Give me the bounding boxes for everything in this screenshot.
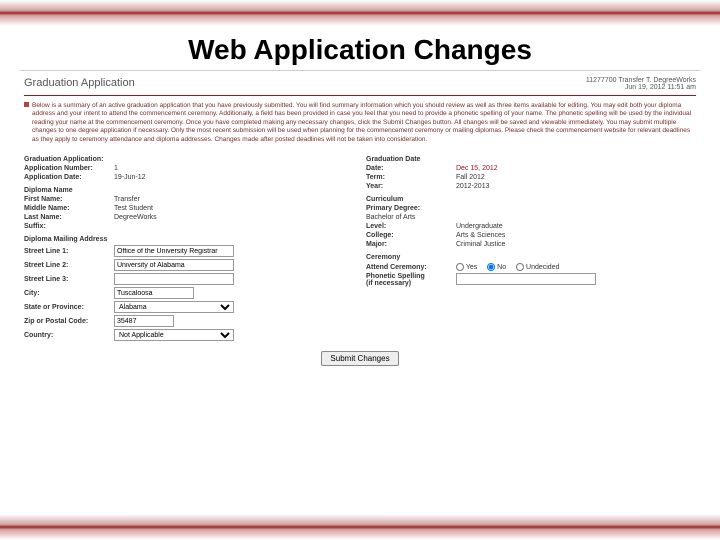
middle-name-label: Middle Name: (24, 205, 114, 212)
major-value: Criminal Justice (456, 241, 505, 248)
info-icon (24, 102, 29, 107)
city-label: City: (24, 290, 114, 297)
country-select[interactable]: Not Applicable (114, 329, 234, 341)
state-label: State or Province: (24, 304, 114, 311)
line3-label: Street Line 3: (24, 276, 114, 283)
last-name-value: DegreeWorks (114, 214, 157, 221)
date-value: Dec 15, 2012 (456, 165, 498, 172)
degree-label: Primary Degree: (366, 205, 456, 212)
section-grad-date: Graduation Date (366, 156, 696, 163)
line2-input[interactable] (114, 259, 234, 271)
level-value: Undergraduate (456, 223, 503, 230)
radio-yes-label[interactable]: Yes (456, 264, 477, 271)
degree-value: Bachelor of Arts (366, 214, 456, 221)
last-name-label: Last Name: (24, 214, 114, 221)
section-ceremony: Ceremony (366, 254, 696, 261)
line2-label: Street Line 2: (24, 262, 114, 269)
college-label: College: (366, 232, 456, 239)
radio-und-text: Undecided (526, 264, 559, 271)
suffix-label: Suffix: (24, 223, 114, 230)
country-label: Country: (24, 332, 114, 339)
info-text: Below is a summary of an active graduati… (24, 102, 696, 144)
phonetic-label-2: (if necessary) (366, 280, 456, 287)
radio-yes-text: Yes (466, 264, 477, 271)
radio-yes[interactable] (456, 263, 464, 271)
divider (24, 95, 696, 96)
year-value: 2012-2013 (456, 183, 489, 190)
app-date-value: 19-Jun-12 (114, 174, 146, 181)
city-input[interactable] (114, 287, 194, 299)
section-diploma-name: Diploma Name (24, 187, 354, 194)
radio-no[interactable] (487, 263, 495, 271)
section-grad-app: Graduation Application: (24, 156, 354, 163)
app-number-label: Application Number: (24, 165, 114, 172)
decorative-top-band (0, 0, 720, 26)
app-number-value: 1 (114, 165, 118, 172)
phonetic-input[interactable] (456, 273, 596, 285)
radio-no-text: No (497, 264, 506, 271)
term-label: Term: (366, 174, 456, 181)
radio-und-label[interactable]: Undecided (516, 264, 559, 271)
middle-name-value: Test Student (114, 205, 153, 212)
radio-und[interactable] (516, 263, 524, 271)
state-select[interactable]: Alabama (114, 301, 234, 313)
zip-input[interactable] (114, 315, 174, 327)
section-curriculum: Curriculum (366, 196, 696, 203)
zip-label: Zip or Postal Code: (24, 318, 114, 325)
line1-input[interactable] (114, 245, 234, 257)
major-label: Major: (366, 241, 456, 248)
first-name-label: First Name: (24, 196, 114, 203)
phonetic-label: Phonetic Spelling (if necessary) (366, 273, 456, 287)
attend-label: Attend Ceremony: (366, 264, 456, 271)
header-meta: 11277700 Transfer T. DegreeWorks Jun 19,… (586, 77, 696, 91)
first-name-value: Transfer (114, 196, 140, 203)
timestamp: Jun 19, 2012 11:51 am (586, 84, 696, 91)
decorative-bottom-band (0, 514, 720, 540)
phonetic-label-1: Phonetic Spelling (366, 273, 456, 280)
submit-changes-button[interactable]: Submit Changes (321, 351, 398, 366)
college-value: Arts & Sciences (456, 232, 505, 239)
date-label: Date: (366, 165, 456, 172)
user-name: 11277700 Transfer T. DegreeWorks (586, 77, 696, 84)
attend-radio-group: Yes No Undecided (456, 263, 567, 271)
section-mailing: Diploma Mailing Address (24, 236, 354, 243)
radio-no-label[interactable]: No (487, 264, 506, 271)
line1-label: Street Line 1: (24, 248, 114, 255)
info-text-block: Below is a summary of an active graduati… (24, 100, 696, 150)
slide-title: Web Application Changes (0, 34, 720, 66)
line3-input[interactable] (114, 273, 234, 285)
page-title: Graduation Application (24, 77, 135, 89)
app-date-label: Application Date: (24, 174, 114, 181)
year-label: Year: (366, 183, 456, 190)
level-label: Level: (366, 223, 456, 230)
term-value: Fall 2012 (456, 174, 485, 181)
application-window: Graduation Application 11277700 Transfer… (20, 70, 700, 376)
